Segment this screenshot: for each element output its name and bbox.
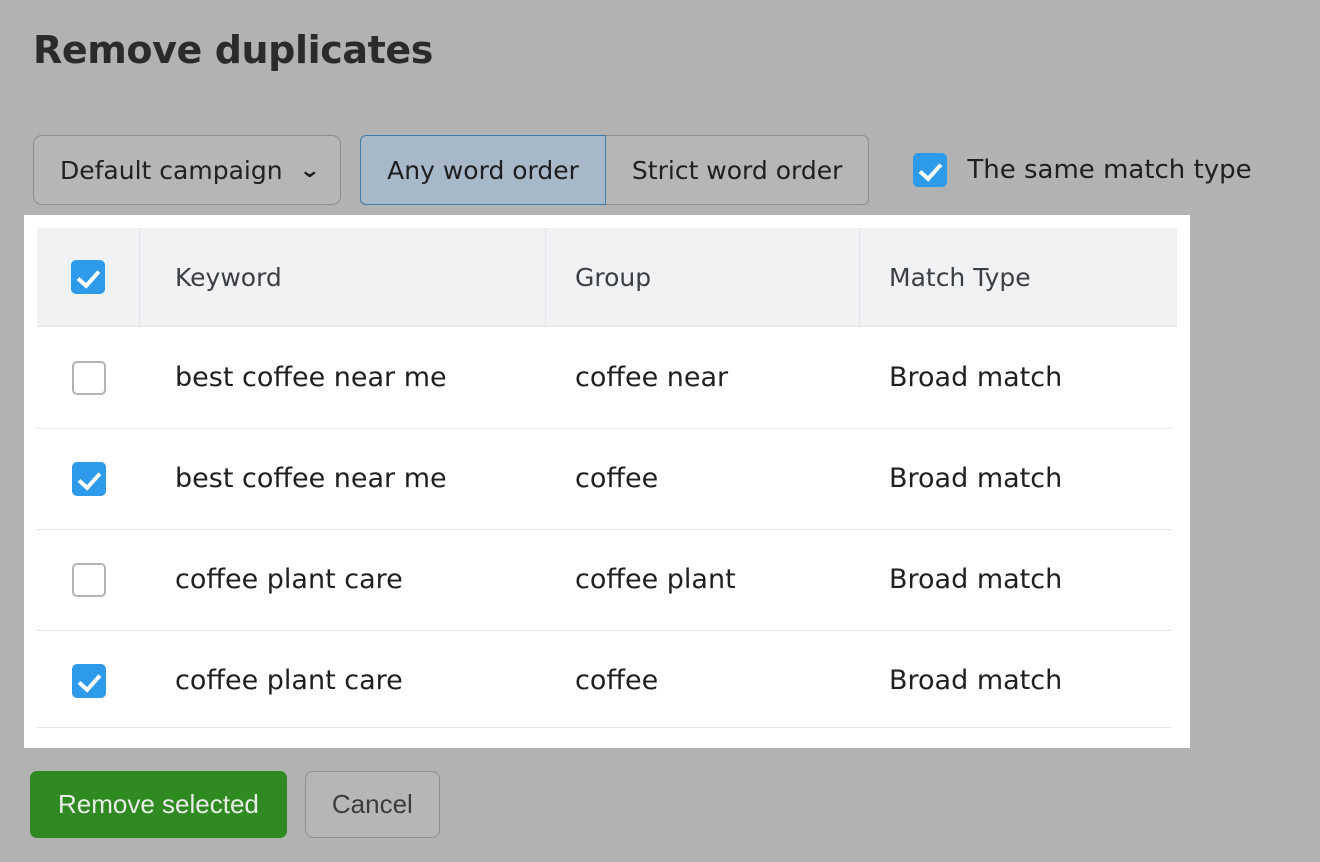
page-title: Remove duplicates	[33, 28, 433, 72]
table-header-group[interactable]: Group	[546, 228, 860, 326]
table-header-row: Keyword Group Match Type	[37, 228, 1177, 327]
row-group: coffee plant	[546, 529, 860, 630]
row-match-type: Broad match	[860, 529, 1177, 630]
row-keyword: coffee plant care	[140, 529, 546, 630]
row-select-cell	[37, 428, 140, 529]
chevron-down-icon: ⌄	[298, 160, 320, 181]
row-checkbox[interactable]	[72, 462, 106, 496]
row-checkbox[interactable]	[72, 563, 106, 597]
row-group: coffee	[546, 630, 860, 731]
row-checkbox[interactable]	[72, 664, 106, 698]
row-select-cell	[37, 630, 140, 731]
same-match-type-label: The same match type	[967, 155, 1251, 185]
row-keyword: best coffee near me	[140, 327, 546, 428]
word-order-option-any-label: Any word order	[387, 156, 579, 185]
same-match-type-toggle[interactable]: The same match type	[913, 153, 1251, 187]
row-match-type: Broad match	[860, 630, 1177, 731]
campaign-select-value: Default campaign	[60, 156, 283, 185]
same-match-type-checkbox[interactable]	[913, 153, 947, 187]
dialog-footer: Remove selected Cancel	[30, 771, 440, 838]
row-match-type: Broad match	[860, 428, 1177, 529]
remove-selected-button[interactable]: Remove selected	[30, 771, 287, 838]
table-row[interactable]: coffee plant care coffee Broad match	[37, 630, 1177, 731]
table-row[interactable]: coffee plant care coffee plant Broad mat…	[37, 529, 1177, 630]
row-match-type: Broad match	[860, 327, 1177, 428]
table-row-divider	[37, 727, 1171, 728]
row-group: coffee	[546, 428, 860, 529]
cancel-button[interactable]: Cancel	[305, 771, 440, 838]
row-select-cell	[37, 529, 140, 630]
table-header-keyword[interactable]: Keyword	[140, 228, 546, 326]
row-keyword: best coffee near me	[140, 428, 546, 529]
select-all-checkbox[interactable]	[71, 260, 105, 294]
table-row[interactable]: best coffee near me coffee near Broad ma…	[37, 327, 1177, 428]
controls-bar: Default campaign ⌄ Any word order Strict…	[33, 134, 1252, 206]
row-checkbox[interactable]	[72, 361, 106, 395]
table-header-match-type[interactable]: Match Type	[860, 228, 1177, 326]
row-keyword: coffee plant care	[140, 630, 546, 731]
word-order-option-strict[interactable]: Strict word order	[606, 135, 869, 205]
campaign-select[interactable]: Default campaign ⌄	[33, 135, 341, 205]
row-group: coffee near	[546, 327, 860, 428]
duplicates-table-card: Keyword Group Match Type best coffee nea…	[24, 215, 1190, 748]
table-header-select-all-cell	[37, 228, 140, 326]
word-order-segmented-control: Any word order Strict word order	[360, 135, 869, 205]
table-row[interactable]: best coffee near me coffee Broad match	[37, 428, 1177, 529]
word-order-option-any[interactable]: Any word order	[360, 135, 606, 205]
row-select-cell	[37, 327, 140, 428]
word-order-option-strict-label: Strict word order	[632, 156, 842, 185]
